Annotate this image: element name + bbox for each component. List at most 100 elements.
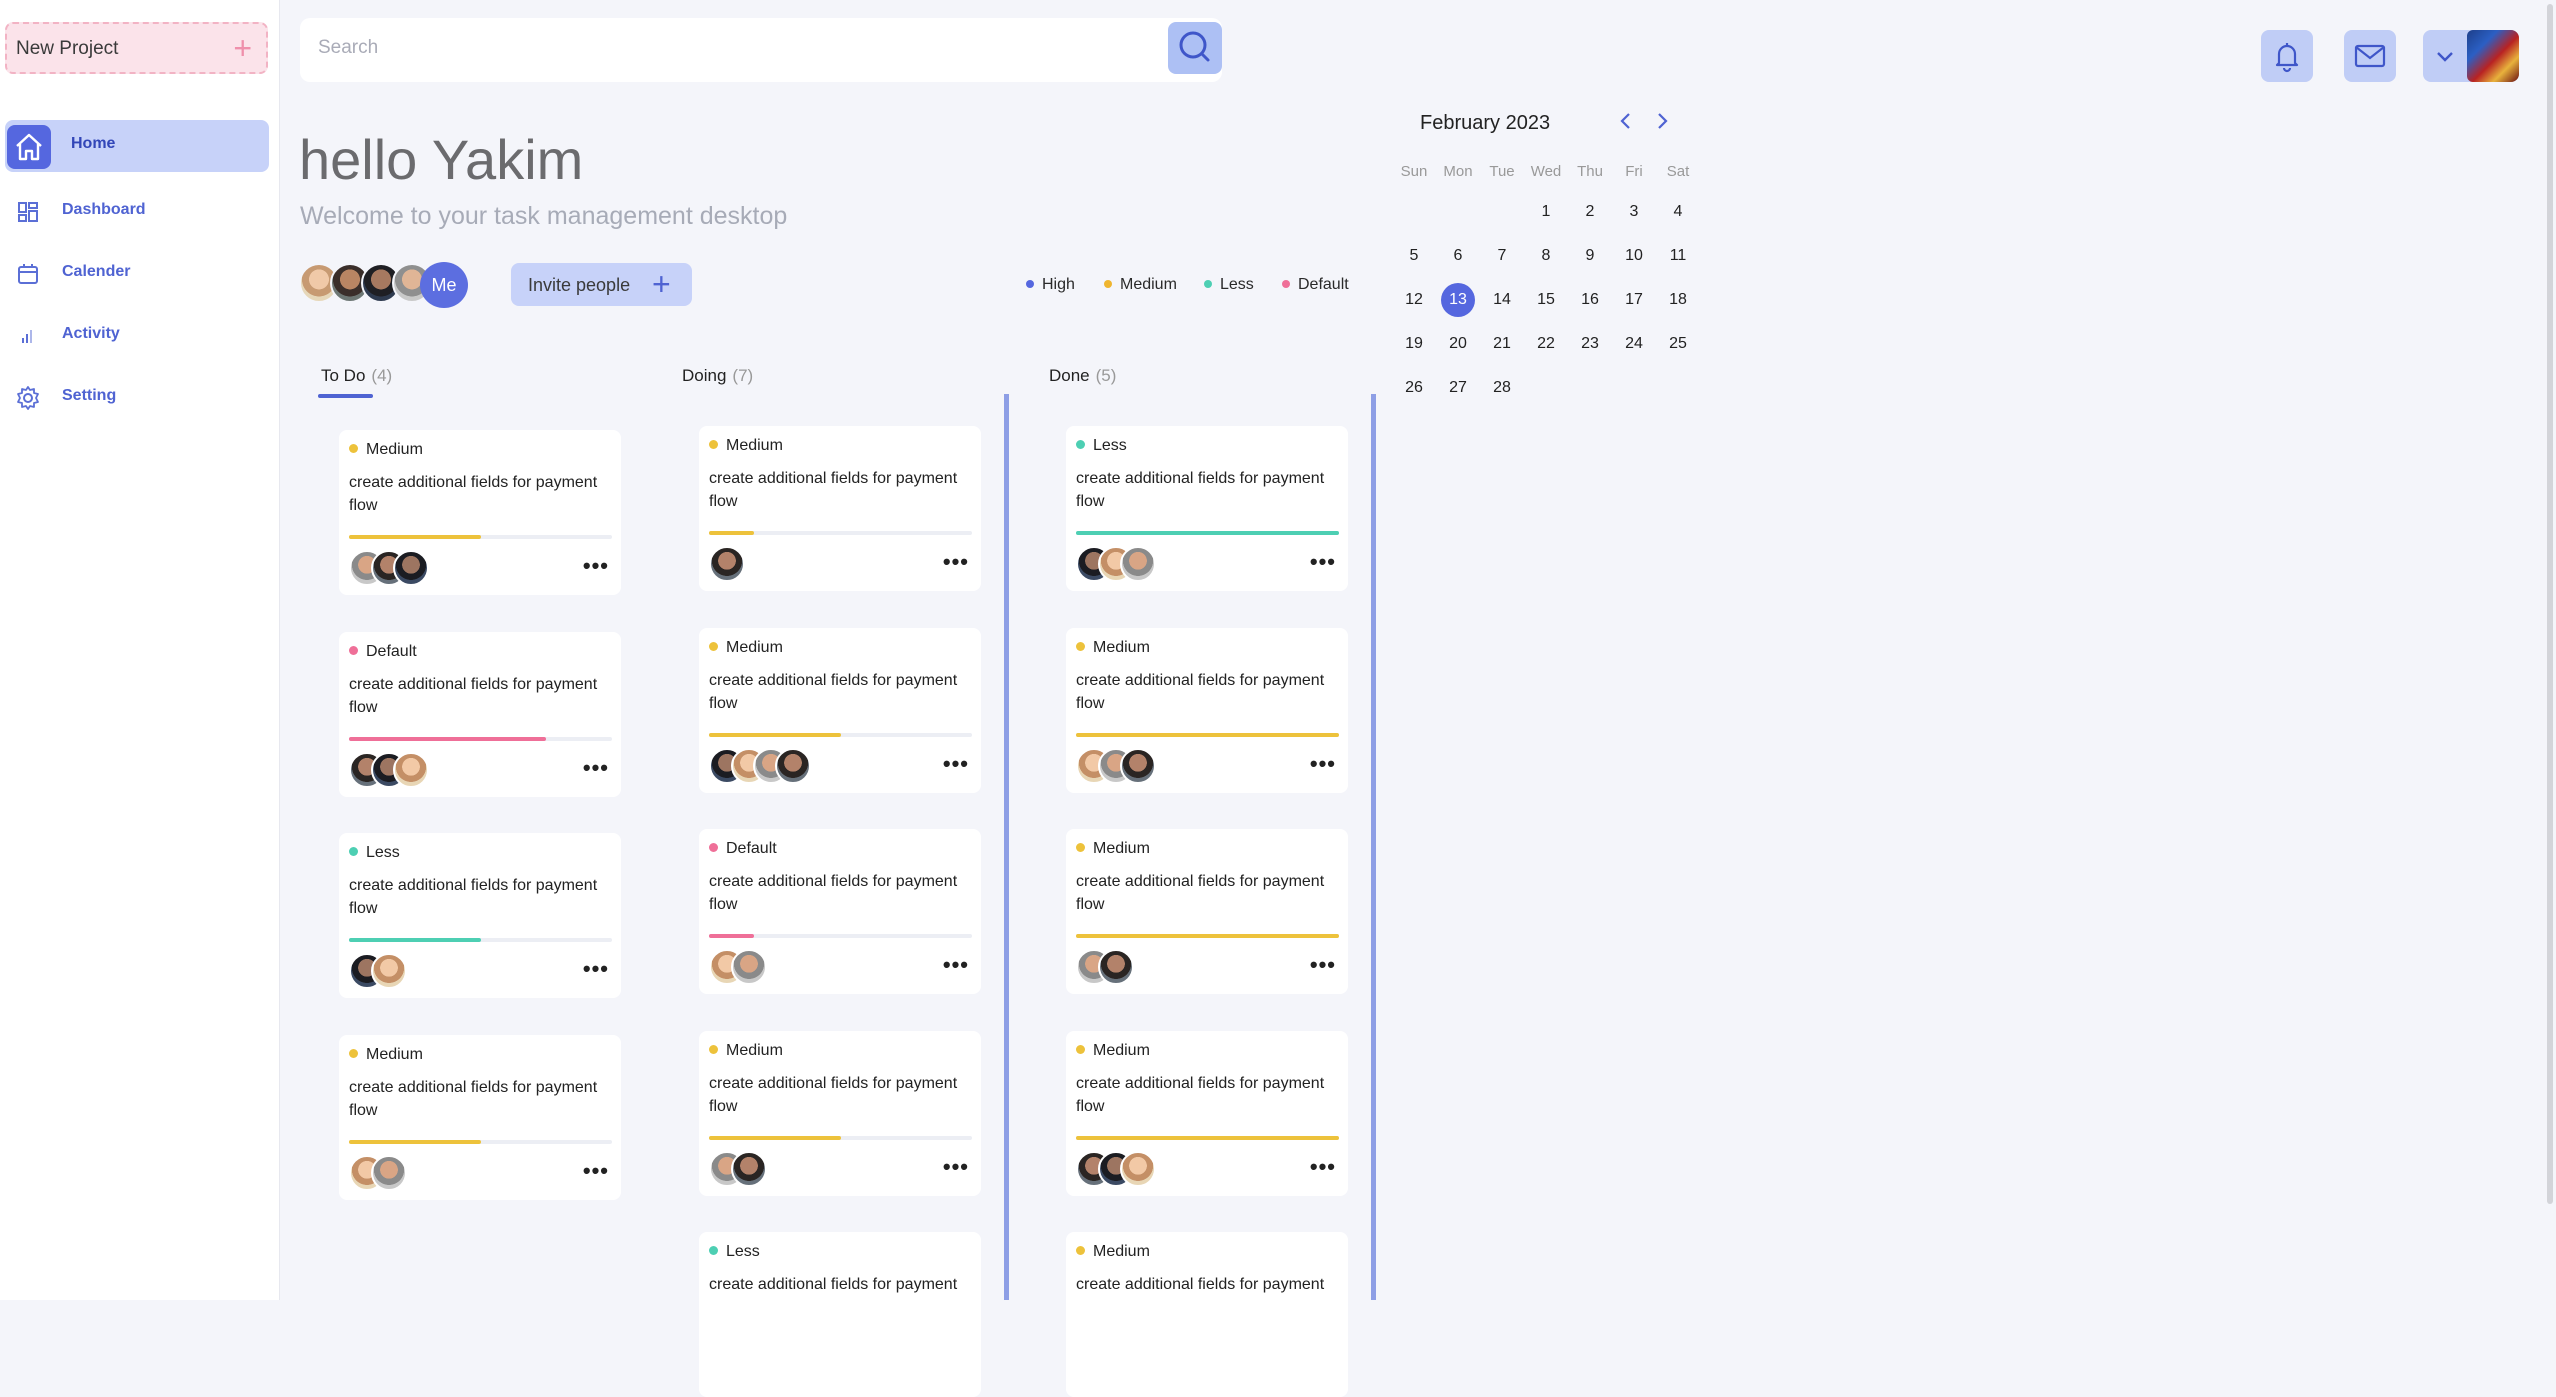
task-card[interactable]: Medium create additional fields for payme…	[699, 628, 981, 793]
task-description: create additional fields for payment flo…	[1076, 873, 1325, 913]
calendar-day[interactable]: 11	[1658, 239, 1698, 273]
calendar-day[interactable]: 10	[1614, 239, 1654, 273]
invite-people-button[interactable]: Invite people +	[511, 263, 692, 306]
calendar-day[interactable]: 5	[1394, 239, 1434, 273]
calendar-day[interactable]: 24	[1614, 327, 1654, 361]
bell-icon	[2275, 43, 2299, 73]
calendar-day[interactable]: 17	[1614, 283, 1654, 317]
calendar-day[interactable]: 21	[1482, 327, 1522, 361]
task-card[interactable]: Medium create additional fields for payme…	[1066, 1232, 1348, 1397]
more-icon[interactable]: •••	[943, 1156, 969, 1178]
task-card[interactable]: Less create additional fields for payment	[699, 1232, 981, 1397]
progress-track	[1076, 934, 1339, 938]
calendar-day[interactable]: 18	[1658, 283, 1698, 317]
calendar-day[interactable]: 22	[1526, 327, 1566, 361]
sidebar-item-setting[interactable]: Setting	[5, 372, 269, 424]
sidebar-item-dashboard[interactable]: Dashboard	[5, 186, 269, 238]
calendar-day[interactable]: 12	[1394, 283, 1434, 317]
search-input[interactable]	[316, 36, 1150, 60]
calendar-day[interactable]: 15	[1526, 283, 1566, 317]
sidebar-item-calender[interactable]: Calender	[5, 248, 269, 300]
calendar-day[interactable]: 23	[1570, 327, 1610, 361]
task-card[interactable]: Medium create additional fields for payme…	[1066, 628, 1348, 793]
task-card[interactable]: Less create additional fields for payment…	[339, 833, 621, 998]
more-icon[interactable]: •••	[943, 954, 969, 976]
more-icon[interactable]: •••	[1310, 551, 1336, 573]
sidebar-item-label: Calender	[62, 263, 131, 280]
task-card[interactable]: Less create additional fields for payment…	[1066, 426, 1348, 591]
scrollbar-thumb[interactable]	[2547, 4, 2553, 1204]
page-scrollbar[interactable]	[2544, 0, 2556, 1300]
calendar-day[interactable]: 14	[1482, 283, 1522, 317]
column-scrollbar[interactable]	[1371, 394, 1376, 1300]
more-icon[interactable]: •••	[583, 958, 609, 980]
calendar-day[interactable]: 13	[1438, 283, 1478, 317]
calendar-day[interactable]: 3	[1614, 195, 1654, 229]
avatar	[775, 748, 811, 784]
calendar-next-button[interactable]	[1650, 109, 1674, 133]
task-description: create additional fields for payment	[1076, 1276, 1325, 1293]
calendar-day[interactable]: 4	[1658, 195, 1698, 229]
sidebar-item-home[interactable]: Home	[5, 120, 269, 172]
priority-badge: Medium	[1076, 639, 1150, 657]
more-icon[interactable]: •••	[583, 757, 609, 779]
calendar-prev-button[interactable]	[1614, 109, 1638, 133]
more-icon[interactable]: •••	[943, 753, 969, 775]
calendar-day[interactable]: 6	[1438, 239, 1478, 273]
priority-label: Less	[726, 1243, 760, 1260]
calendar-day[interactable]: 20	[1438, 327, 1478, 361]
task-card[interactable]: Medium create additional fields for payme…	[699, 1031, 981, 1196]
more-icon[interactable]: •••	[1310, 1156, 1336, 1178]
home-icon	[7, 125, 51, 169]
notifications-button[interactable]	[2261, 30, 2313, 82]
calendar-day[interactable]: 1	[1526, 195, 1566, 229]
task-card[interactable]: Medium create additional fields for payme…	[339, 1035, 621, 1200]
task-description: create additional fields for payment flo…	[349, 1079, 598, 1119]
calendar-day[interactable]: 26	[1394, 371, 1434, 405]
task-card[interactable]: Medium create additional fields for payme…	[339, 430, 621, 595]
sidebar-item-activity[interactable]: Activity	[5, 310, 269, 362]
task-card[interactable]: Default create additional fields for paym…	[339, 632, 621, 797]
new-project-button[interactable]: New Project +	[5, 22, 268, 74]
dot-icon	[1076, 1246, 1085, 1256]
column-title: Done	[1049, 366, 1090, 385]
calendar-day[interactable]: 2	[1570, 195, 1610, 229]
task-card[interactable]: Medium create additional fields for payme…	[699, 426, 981, 591]
progress-track	[1076, 1136, 1339, 1140]
dot-icon	[709, 642, 718, 652]
more-icon[interactable]: •••	[943, 551, 969, 573]
sidebar: New Project + Home Dashboard Calender Ac…	[0, 0, 280, 1300]
more-icon[interactable]: •••	[1310, 954, 1336, 976]
messages-button[interactable]	[2344, 30, 2396, 82]
tab-done[interactable]: Done (5)	[1049, 366, 1116, 386]
more-icon[interactable]: •••	[583, 1160, 609, 1182]
dot-icon	[709, 440, 718, 450]
task-card[interactable]: Medium create additional fields for payme…	[1066, 829, 1348, 994]
priority-badge: Medium	[1076, 840, 1150, 858]
calendar-day[interactable]: 7	[1482, 239, 1522, 273]
calendar-day[interactable]: 9	[1570, 239, 1610, 273]
dot-icon	[349, 1049, 358, 1059]
task-card[interactable]: Default create additional fields for paym…	[699, 829, 981, 994]
calendar-day[interactable]: 8	[1526, 239, 1566, 273]
calendar-day[interactable]: 28	[1482, 371, 1522, 405]
avatar	[1098, 949, 1134, 985]
tab-todo[interactable]: To Do (4)	[321, 366, 392, 386]
page-subtitle: Welcome to your task management desktop	[300, 202, 788, 230]
calendar-day[interactable]: 16	[1570, 283, 1610, 317]
more-icon[interactable]: •••	[1310, 753, 1336, 775]
calendar-day[interactable]: 27	[1438, 371, 1478, 405]
priority-label: Medium	[1093, 639, 1150, 656]
profile-menu-button[interactable]	[2423, 30, 2519, 82]
calendar-day[interactable]: 25	[1658, 327, 1698, 361]
task-card[interactable]: Medium create additional fields for payme…	[1066, 1031, 1348, 1196]
avatar	[2467, 30, 2519, 82]
me-avatar[interactable]: Me	[420, 262, 468, 308]
search-button[interactable]	[1168, 22, 1222, 74]
column-scrollbar[interactable]	[1004, 394, 1009, 1300]
avatar	[1120, 1151, 1156, 1187]
tab-doing[interactable]: Doing (7)	[682, 366, 753, 386]
dot-icon	[1076, 843, 1085, 853]
calendar-day[interactable]: 19	[1394, 327, 1434, 361]
more-icon[interactable]: •••	[583, 555, 609, 577]
